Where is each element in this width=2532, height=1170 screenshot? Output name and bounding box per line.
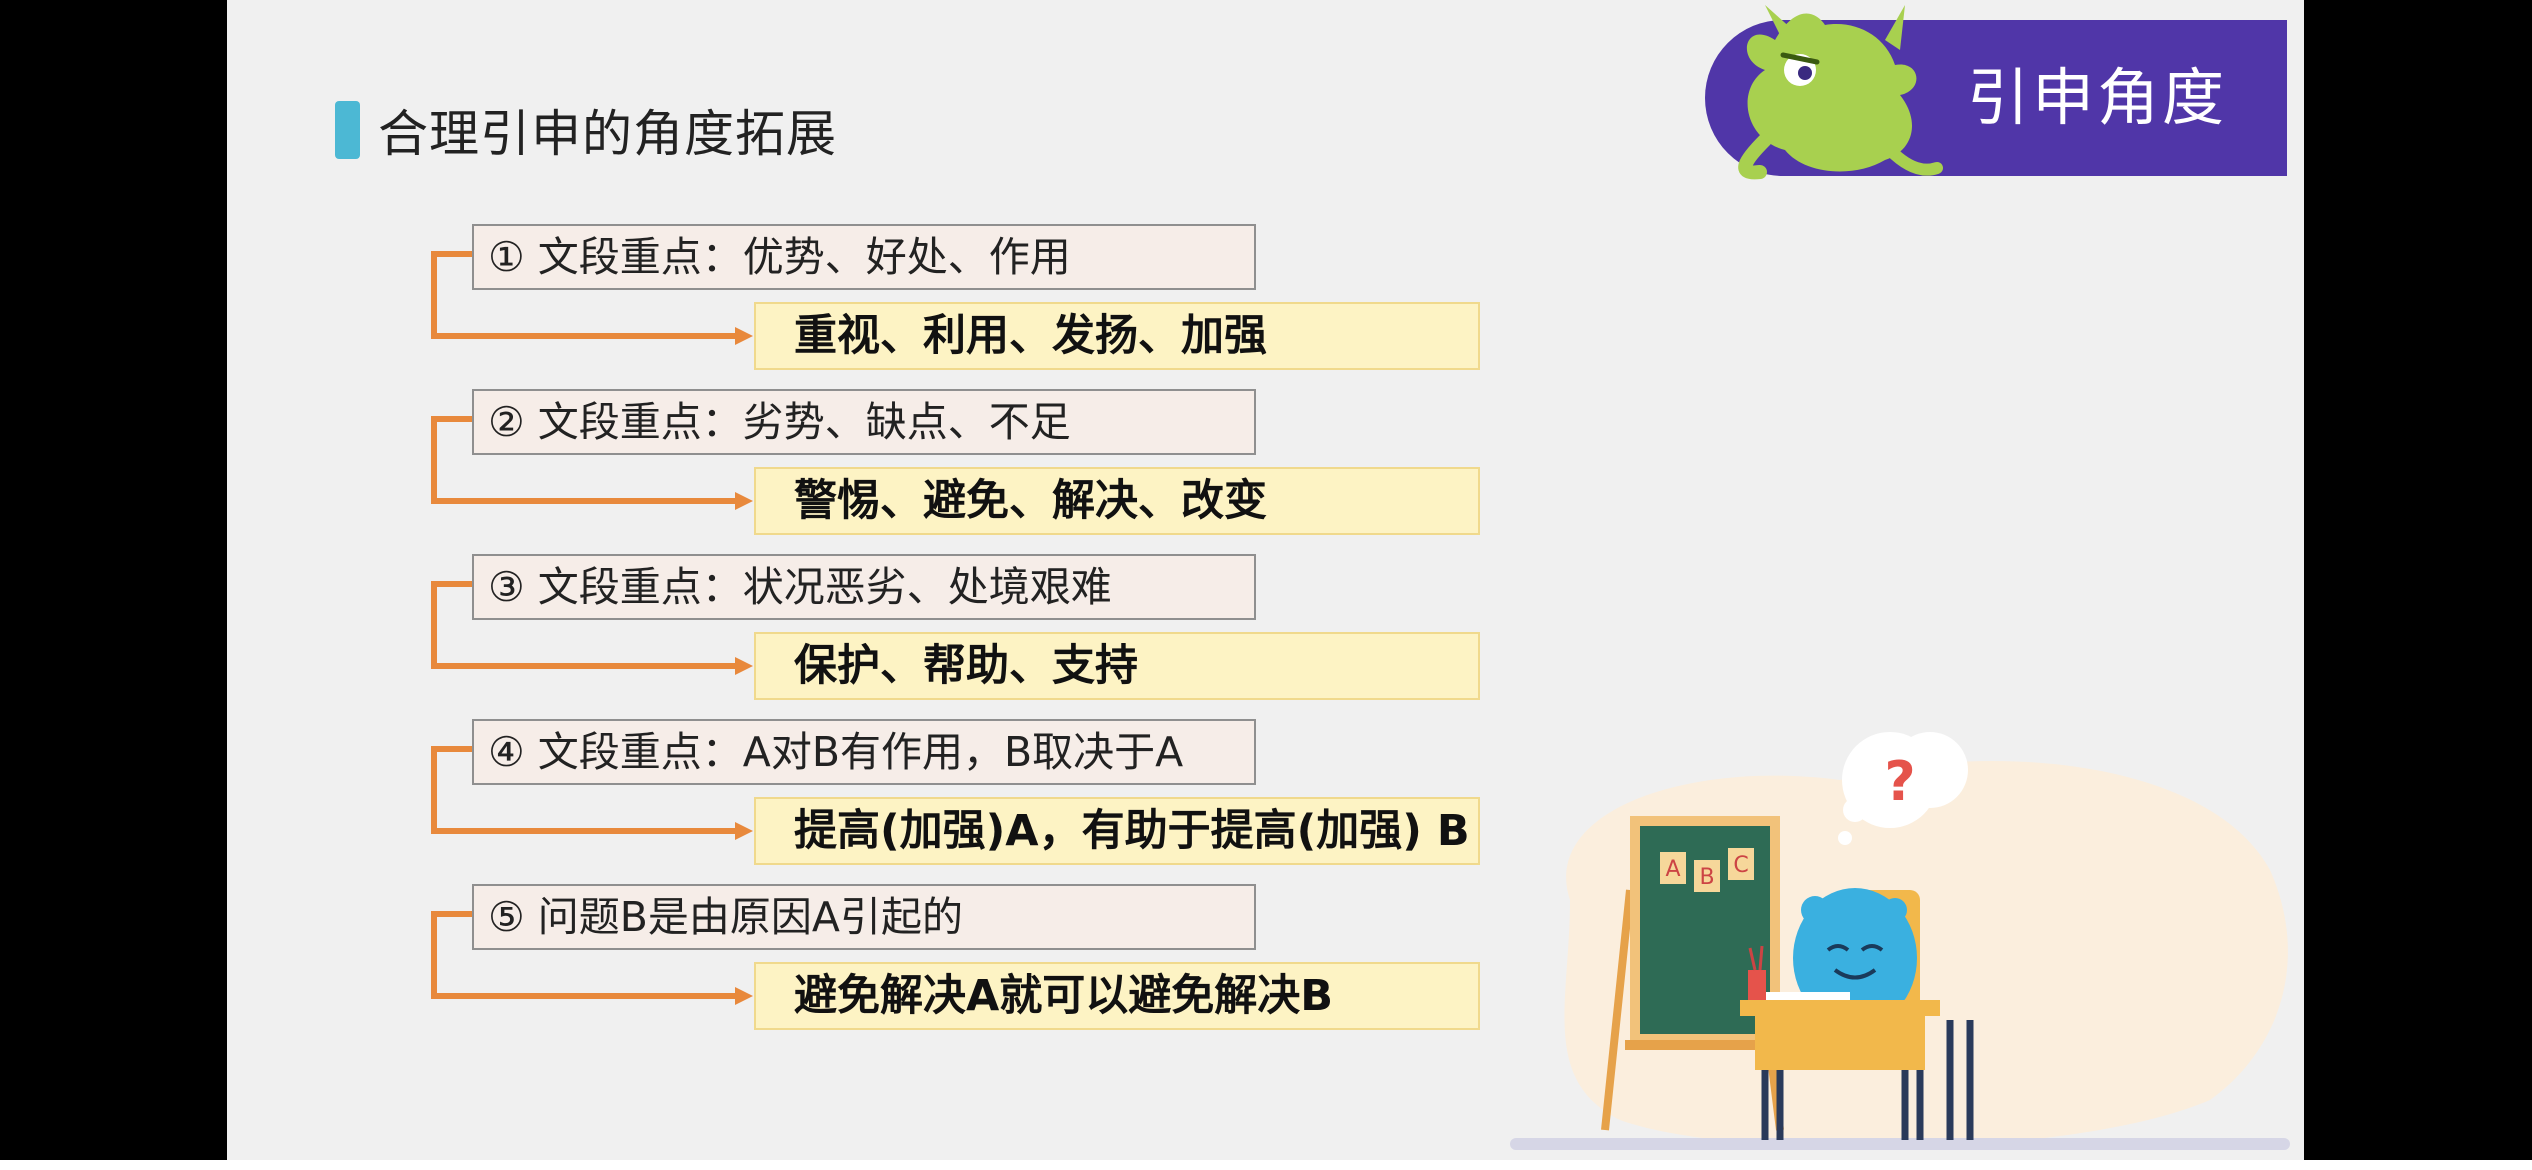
title-text: 合理引申的角度拓展 xyxy=(378,105,837,163)
guideline-item-3: ③ 文段重点：状况恶劣、处境艰难 保护、帮助、支持 xyxy=(431,554,1532,714)
board-letter-a: A xyxy=(1665,857,1680,882)
monster-mascot-icon xyxy=(1738,5,1943,180)
bottom-bar xyxy=(0,1160,2532,1170)
key-point-box: ① 文段重点：优势、好处、作用 xyxy=(472,224,1256,290)
title-marker xyxy=(335,101,360,159)
extension-result-box: 提高(加强)A，有助于提高(加强) B xyxy=(754,797,1480,865)
board-letter-b: B xyxy=(1699,865,1714,890)
key-point-box: ⑤ 问题B是由原因A引起的 xyxy=(472,884,1256,950)
classroom-illustration: A B C ? xyxy=(1510,732,2290,1150)
key-point-box: ③ 文段重点：状况恶劣、处境艰难 xyxy=(472,554,1256,620)
key-point-box: ④ 文段重点：A对B有作用，B取决于A xyxy=(472,719,1256,785)
guideline-item-4: ④ 文段重点：A对B有作用，B取决于A 提高(加强)A，有助于提高(加强) B xyxy=(431,719,1532,879)
slide-title: 合理引申的角度拓展 xyxy=(335,98,837,163)
extension-result-box: 避免解决A就可以避免解决B xyxy=(754,962,1480,1030)
board-letter-c: C xyxy=(1733,853,1748,878)
guideline-item-5: ⑤ 问题B是由原因A引起的 避免解决A就可以避免解决B xyxy=(431,884,1532,1044)
question-mark-icon: ? xyxy=(1884,750,1915,813)
extension-result-box: 重视、利用、发扬、加强 xyxy=(754,302,1480,370)
key-point-box: ② 文段重点：劣势、缺点、不足 xyxy=(472,389,1256,455)
extension-result-box: 保护、帮助、支持 xyxy=(754,632,1480,700)
corner-label: 引申角度 xyxy=(1966,61,2227,134)
slide: 合理引申的角度拓展 引申角度 ① 文段重点：优势、好处、作用 重视、利用、发扬、… xyxy=(227,0,2304,1166)
extension-result-box: 警惕、避免、解决、改变 xyxy=(754,467,1480,535)
guideline-item-1: ① 文段重点：优势、好处、作用 重视、利用、发扬、加强 xyxy=(431,224,1532,384)
guideline-item-2: ② 文段重点：劣势、缺点、不足 警惕、避免、解决、改变 xyxy=(431,389,1532,549)
